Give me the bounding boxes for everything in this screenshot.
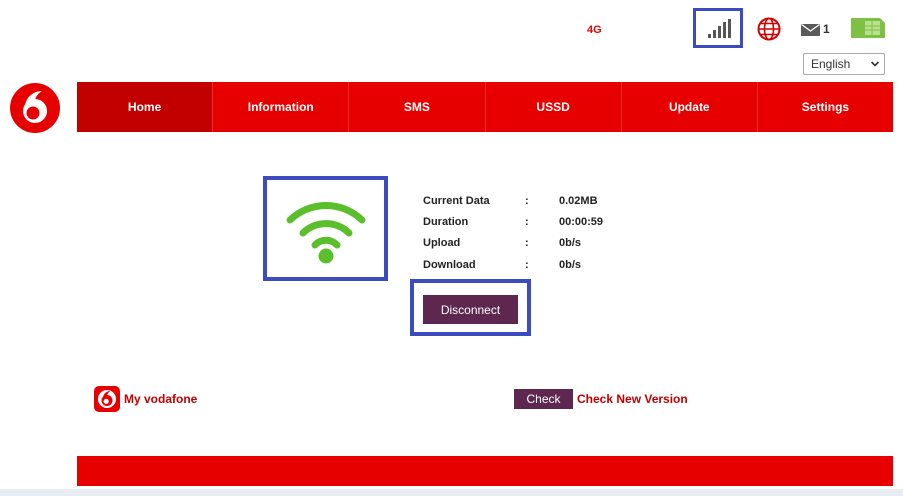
message-count: 1 <box>823 22 830 36</box>
chevron-down-icon <box>870 61 880 67</box>
footer-bar <box>77 456 893 486</box>
nav-sms[interactable]: SMS <box>349 82 486 132</box>
language-select-value: English <box>811 57 851 71</box>
main-nav: Home Information SMS USSD Update Setting… <box>77 82 893 132</box>
stat-separator: : <box>525 237 529 249</box>
nav-update[interactable]: Update <box>622 82 758 132</box>
bottom-strip <box>0 489 903 496</box>
signal-icon <box>708 19 731 38</box>
nav-information[interactable]: Information <box>213 82 350 132</box>
disconnect-highlight: Disconnect <box>410 279 531 336</box>
mail-icon[interactable] <box>801 24 820 36</box>
stat-value: 0b/s <box>559 259 582 271</box>
connection-status-indicator <box>263 176 388 281</box>
language-select[interactable]: English <box>803 53 885 75</box>
disconnect-button[interactable]: Disconnect <box>423 295 518 324</box>
stat-label: Upload <box>423 237 461 249</box>
nav-settings[interactable]: Settings <box>758 82 893 132</box>
stat-value: 0b/s <box>559 237 582 249</box>
check-new-version-link[interactable]: Check New Version <box>577 392 688 406</box>
stat-separator: : <box>525 195 529 207</box>
stat-label: Duration <box>423 216 469 228</box>
stat-label: Current Data <box>423 195 490 207</box>
network-type-indicator: 4G <box>587 24 602 36</box>
stat-separator: : <box>525 216 529 228</box>
signal-strength-indicator <box>693 8 743 48</box>
stat-value: 00:00:59 <box>559 216 604 228</box>
sim-card-icon <box>851 18 885 38</box>
my-vodafone-link[interactable]: My vodafone <box>124 392 197 406</box>
nav-ussd[interactable]: USSD <box>486 82 622 132</box>
globe-icon[interactable] <box>757 17 781 41</box>
stat-value: 0.02MB <box>559 195 598 207</box>
check-button[interactable]: Check <box>514 389 573 409</box>
vodafone-logo[interactable] <box>9 82 61 134</box>
stat-separator: : <box>525 259 529 271</box>
stat-label: Download <box>423 259 476 271</box>
nav-home[interactable]: Home <box>77 82 214 132</box>
wifi-icon <box>286 202 366 264</box>
my-vodafone-icon[interactable] <box>94 386 120 412</box>
